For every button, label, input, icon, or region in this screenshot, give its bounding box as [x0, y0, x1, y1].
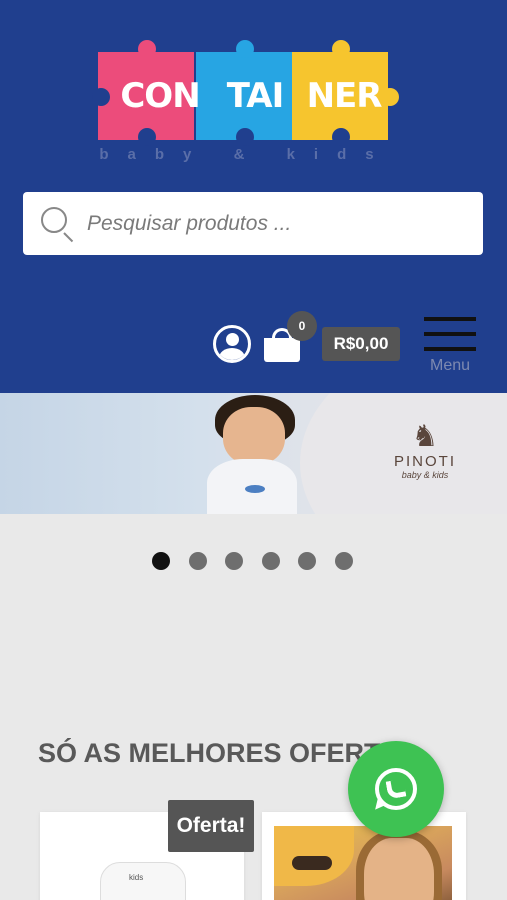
brand-subtitle: baby & kids [401, 470, 449, 480]
product-image[interactable]: kids [100, 862, 186, 900]
rocking-horse-icon: ♞ [411, 420, 439, 453]
logo-tagline: baby & kids [99, 146, 393, 163]
banner-child-photo [205, 393, 305, 514]
banner-brand: ♞ PINOTI baby & kids [380, 420, 470, 481]
brand-name: PINOTI [393, 453, 456, 470]
site-header: CON TAI NER baby & kids 0 R$0,00 Menu [0, 0, 507, 393]
slider-dot[interactable] [188, 552, 207, 570]
logo-word-1: CON [120, 76, 200, 116]
slider-dot[interactable] [261, 552, 280, 570]
cart-total[interactable]: R$0,00 [322, 327, 400, 361]
whatsapp-button[interactable] [348, 741, 444, 837]
slider-dots [152, 552, 372, 570]
product-image[interactable] [274, 826, 452, 900]
search-icon[interactable] [41, 206, 75, 242]
slider-dot[interactable] [298, 552, 317, 570]
slider-dot[interactable] [334, 552, 353, 570]
site-logo[interactable]: CON TAI NER baby & kids [92, 32, 408, 166]
user-icon[interactable] [213, 325, 251, 363]
hero-banner[interactable]: ♞ PINOTI baby & kids [0, 393, 507, 514]
slider-dot[interactable] [152, 552, 170, 570]
cart-count-badge[interactable]: 0 [287, 311, 317, 341]
hamburger-icon [424, 317, 476, 321]
search-bar[interactable] [23, 192, 483, 255]
onesie-print: kids [129, 873, 144, 882]
logo-word-2: TAI [226, 76, 285, 116]
logo-word-3: NER [306, 76, 383, 116]
search-input[interactable] [87, 211, 467, 236]
menu-label: Menu [429, 357, 471, 374]
slider-dot[interactable] [225, 552, 244, 570]
sale-badge: Oferta! [168, 800, 254, 852]
menu-button[interactable]: Menu [423, 315, 477, 377]
